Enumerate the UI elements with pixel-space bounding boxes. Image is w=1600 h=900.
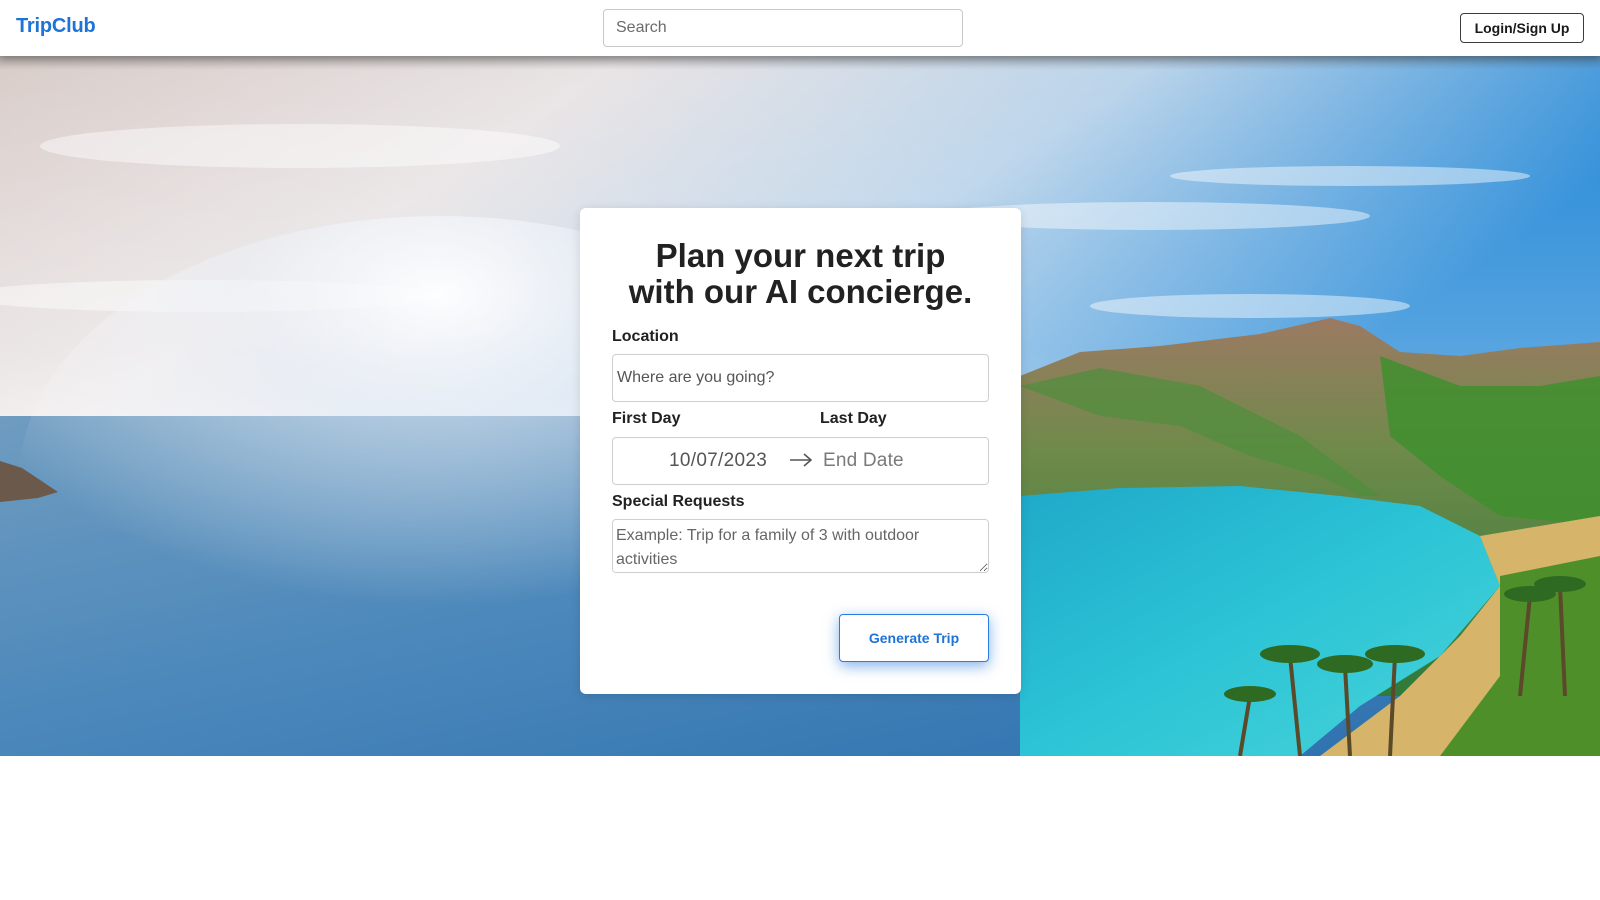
- search-input[interactable]: [603, 9, 963, 47]
- location-label: Location: [612, 328, 679, 345]
- location-input[interactable]: [612, 354, 989, 402]
- top-nav-bar: TripClub Login/Sign Up: [0, 0, 1600, 56]
- planner-title-line1: Plan your next trip: [655, 237, 946, 274]
- last-day-label: Last Day: [820, 410, 887, 427]
- brand-logo[interactable]: TripClub: [16, 15, 96, 38]
- trip-planner-card: Plan your next trip with our AI concierg…: [580, 208, 1021, 694]
- start-date-value[interactable]: 10/07/2023: [669, 450, 767, 472]
- generate-trip-button[interactable]: Generate Trip: [839, 614, 989, 662]
- login-signup-button[interactable]: Login/Sign Up: [1460, 13, 1584, 43]
- arrow-right-icon: [789, 452, 813, 473]
- end-date-placeholder[interactable]: End Date: [823, 450, 904, 472]
- planner-title: Plan your next trip with our AI concierg…: [580, 238, 1021, 310]
- special-requests-label: Special Requests: [612, 493, 745, 510]
- planner-title-line2: with our AI concierge.: [628, 273, 973, 310]
- first-day-label: First Day: [612, 410, 681, 427]
- special-requests-textarea[interactable]: [612, 519, 989, 573]
- date-range-picker[interactable]: 10/07/2023 End Date: [612, 437, 989, 485]
